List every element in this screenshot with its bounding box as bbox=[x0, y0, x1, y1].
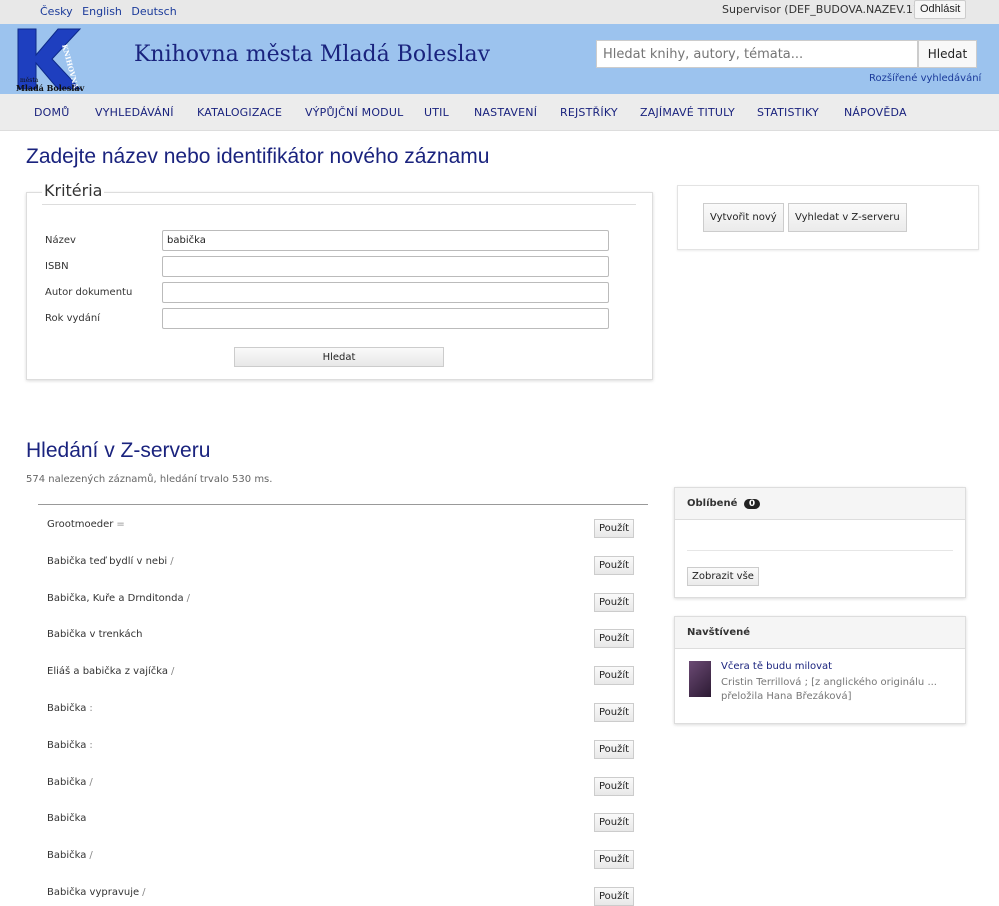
use-button[interactable]: Použít bbox=[594, 629, 634, 649]
result-title: Eliáš a babička z vajíčka / bbox=[47, 666, 174, 677]
use-button[interactable]: Použít bbox=[594, 555, 634, 575]
nav-settings[interactable]: NASTAVENÍ bbox=[474, 106, 537, 119]
page-title: Zadejte název nebo identifikátor nového … bbox=[26, 145, 490, 168]
use-button[interactable]: Použít bbox=[594, 776, 634, 796]
logout-button[interactable]: Odhlásit bbox=[914, 0, 967, 19]
top-bar: Česky English Deutsch Supervisor (DEF_BU… bbox=[0, 0, 999, 24]
zserver-search-button[interactable]: Vyhledat v Z-serveru bbox=[788, 203, 907, 232]
nav-home[interactable]: DOMŮ bbox=[34, 106, 69, 119]
language-switcher: Česky English Deutsch bbox=[40, 5, 183, 18]
use-button[interactable]: Použít bbox=[594, 887, 634, 906]
visited-item-title[interactable]: Včera tě budu milovat bbox=[721, 661, 832, 672]
nav-util[interactable]: UTIL bbox=[424, 106, 449, 119]
use-button[interactable]: Použít bbox=[594, 519, 634, 538]
result-title: Grootmoeder = bbox=[47, 519, 125, 530]
nav-registers[interactable]: REJSTŘÍKY bbox=[560, 106, 618, 119]
result-separator: = bbox=[116, 519, 125, 530]
result-title: Babička: bbox=[47, 740, 93, 751]
favorites-title: Oblíbené bbox=[687, 498, 738, 509]
use-button[interactable]: Použít bbox=[594, 850, 634, 870]
result-separator: / bbox=[171, 666, 175, 678]
result-title: Babička: bbox=[47, 703, 93, 714]
result-title-text: Babička, Kuře a Drnditonda bbox=[47, 592, 184, 604]
result-title-text: Babička teď bydlí v nebi bbox=[47, 555, 168, 567]
nav-interesting-titles[interactable]: ZAJÍMAVÉ TITULY bbox=[640, 106, 735, 119]
search-input[interactable] bbox=[596, 40, 918, 68]
result-separator: : bbox=[89, 739, 93, 751]
result-title-text: Babička bbox=[47, 813, 87, 825]
result-title-text: Eliáš a babička z vajíčka bbox=[47, 666, 168, 678]
lang-cesky[interactable]: Česky bbox=[40, 5, 73, 18]
visited-title: Navštívené bbox=[687, 627, 750, 638]
criteria-search-button[interactable]: Hledat bbox=[234, 347, 444, 367]
result-title: Babička / bbox=[47, 850, 93, 861]
field-label-author: Autor dokumentu bbox=[45, 287, 133, 298]
result-separator: / bbox=[142, 887, 146, 898]
field-label-title: Název bbox=[45, 235, 76, 246]
nav-help[interactable]: NÁPOVĚDA bbox=[844, 106, 907, 119]
criteria-legend: Kritéria bbox=[42, 181, 105, 200]
year-input[interactable] bbox=[162, 308, 609, 329]
favorites-header: Oblíbené 0 bbox=[675, 488, 965, 520]
result-separator: / bbox=[89, 776, 93, 788]
divider bbox=[687, 550, 953, 551]
result-separator: / bbox=[170, 555, 174, 567]
use-button[interactable]: Použít bbox=[594, 739, 634, 759]
result-title-text: Babička bbox=[47, 850, 87, 862]
result-title-text: Babička bbox=[47, 703, 87, 714]
result-title-text: Babička bbox=[47, 776, 87, 788]
lang-deutsch[interactable]: Deutsch bbox=[131, 5, 176, 18]
use-button[interactable]: Použít bbox=[594, 592, 634, 612]
divider bbox=[42, 204, 636, 205]
result-title-text: Babička vypravuje bbox=[47, 887, 140, 898]
result-title-text: Babička bbox=[47, 739, 87, 751]
advanced-search-link[interactable]: Rozšířené vyhledávání bbox=[869, 73, 981, 84]
result-title: Babička vypravuje / bbox=[47, 887, 146, 898]
main-nav: DOMŮ VYHLEDÁVÁNÍ KATALOGIZACE VÝPŮJČNÍ M… bbox=[0, 94, 999, 131]
book-cover-thumbnail[interactable] bbox=[689, 661, 711, 697]
current-user: Supervisor (DEF_BUDOVA.NAZEV.1) bbox=[722, 3, 918, 16]
author-input[interactable] bbox=[162, 282, 609, 303]
isbn-input[interactable] bbox=[162, 256, 609, 277]
field-label-year: Rok vydání bbox=[45, 313, 101, 324]
nav-search[interactable]: VYHLEDÁVÁNÍ bbox=[95, 106, 174, 119]
result-title: Babička / bbox=[47, 777, 93, 788]
lang-english[interactable]: English bbox=[82, 5, 122, 18]
favorites-count-badge: 0 bbox=[743, 499, 761, 509]
visited-panel: Navštívené Včera tě budu milovat Cristin… bbox=[674, 616, 966, 724]
result-title: Babička, Kuře a Drnditonda / bbox=[47, 593, 190, 604]
create-new-button[interactable]: Vytvořit nový bbox=[703, 203, 784, 232]
logo-bottom-text: Mladá Boleslav bbox=[16, 83, 85, 93]
use-button[interactable]: Použít bbox=[594, 666, 634, 686]
search-button[interactable]: Hledat bbox=[918, 40, 977, 68]
visited-item-author: Cristin Terrillová ; [z anglického origi… bbox=[721, 677, 937, 702]
use-button[interactable]: Použít bbox=[594, 703, 634, 722]
nav-loans[interactable]: VÝPŮJČNÍ MODUL bbox=[305, 106, 403, 119]
result-title: Babička bbox=[47, 813, 89, 824]
result-title: Babička v trenkách bbox=[47, 629, 146, 640]
title-input[interactable] bbox=[162, 230, 609, 251]
result-title: Babička teď bydlí v nebi / bbox=[47, 556, 174, 567]
result-separator: : bbox=[89, 703, 93, 714]
result-title-text: Babička v trenkách bbox=[47, 629, 143, 641]
divider bbox=[38, 504, 648, 505]
field-label-isbn: ISBN bbox=[45, 261, 69, 272]
results-summary: 574 nalezených záznamů, hledání trvalo 5… bbox=[26, 474, 273, 485]
show-all-button[interactable]: Zobrazit vše bbox=[687, 567, 759, 586]
zserver-heading: Hledání v Z-serveru bbox=[26, 439, 211, 462]
use-button[interactable]: Použít bbox=[594, 813, 634, 833]
favorites-panel: Oblíbené 0 Zobrazit vše bbox=[674, 487, 966, 598]
result-separator: / bbox=[89, 850, 93, 862]
library-logo[interactable]: KNIHOVNA města Mladá Boleslav bbox=[14, 27, 88, 93]
nav-statistics[interactable]: STATISTIKY bbox=[757, 106, 819, 119]
site-header: KNIHOVNA města Mladá Boleslav Knihovna m… bbox=[0, 24, 999, 94]
visited-header: Navštívené bbox=[675, 617, 965, 649]
site-title[interactable]: Knihovna města Mladá Boleslav bbox=[134, 42, 490, 67]
nav-cataloging[interactable]: KATALOGIZACE bbox=[197, 106, 282, 119]
result-title-text: Grootmoeder bbox=[47, 519, 114, 530]
result-separator: / bbox=[186, 592, 190, 604]
